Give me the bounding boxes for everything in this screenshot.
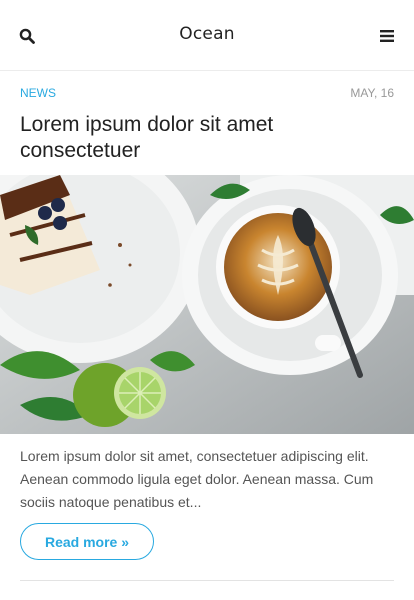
category-link[interactable]: NEWS xyxy=(20,86,56,100)
read-more-button[interactable]: Read more » xyxy=(20,523,154,560)
site-header: Ocean xyxy=(0,0,414,71)
post-excerpt: Lorem ipsum dolor sit amet, consectetuer… xyxy=(20,448,374,510)
post-title[interactable]: Lorem ipsum dolor sit amet consectetuer xyxy=(20,112,394,164)
post-featured-image[interactable] xyxy=(0,175,414,434)
cappuccino-and-cake-photo xyxy=(0,175,414,434)
post-meta: NEWS MAY, 16 xyxy=(20,86,394,102)
post-date: MAY, 16 xyxy=(350,86,394,100)
post-divider xyxy=(20,580,394,581)
site-logo[interactable]: Ocean xyxy=(0,24,414,44)
hamburger-menu-icon xyxy=(380,30,394,42)
menu-button[interactable] xyxy=(374,23,400,49)
